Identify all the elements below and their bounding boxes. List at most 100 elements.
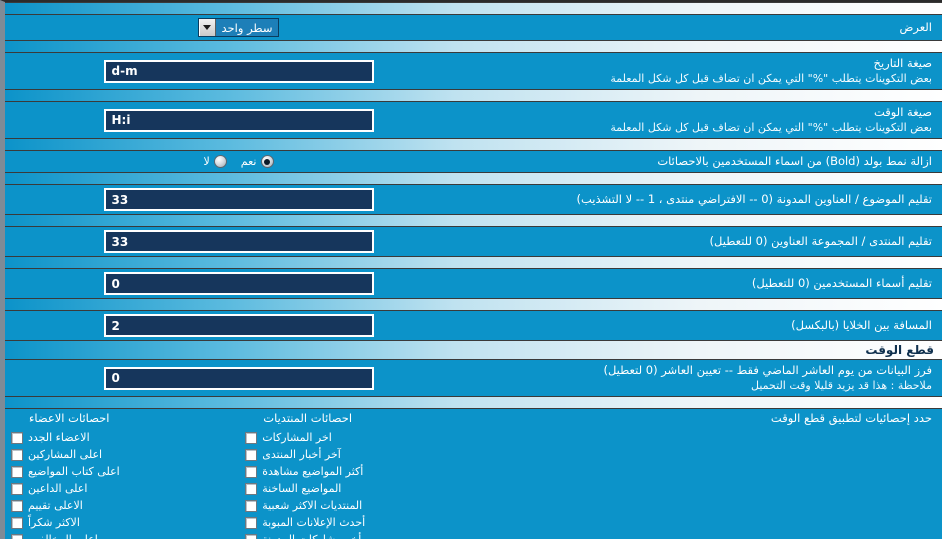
radio-option-yes[interactable]: نعم [241,155,274,168]
checkbox-label: اعلى الداعين [28,482,88,495]
control-time-format: H:i [5,108,472,132]
label-display: العرض [899,20,933,34]
chevron-down-icon[interactable] [198,19,216,36]
checkbox-icon[interactable] [245,516,258,529]
row-time-cut: فرز البيانات من يوم العاشر الماضي فقط --… [5,360,942,396]
checkbox-item[interactable]: أكثر المواضيع مشاهدة [245,463,363,480]
checkbox-item[interactable]: اعلى المخالفين [11,531,98,539]
checkbox-item[interactable]: اعلى المشاركين [11,446,102,463]
checkbox-label: المنتديات الاكثر شعبية [262,499,363,512]
checkbox-column-member-stats: احصائات الاعضاء الاعضاء الجدد اعلى المشا… [5,411,239,539]
checkbox-label: الاعضاء الجدد [28,431,90,444]
trim-topic-value: 33 [111,192,129,207]
trim-usernames-value: 0 [111,276,120,291]
separator-1 [5,40,942,53]
label-time-format-title: صيغة الوقت [873,105,932,119]
checkbox-label: الاكثر شكراً [28,516,80,529]
time-cut-input[interactable]: 0 [103,366,374,390]
checkbox-item[interactable]: آخر أخبار المنتدى [245,446,341,463]
checkbox-item[interactable]: الاعضاء الجدد [11,429,90,446]
checkbox-label: اعلى كتاب المواضيع [28,465,120,478]
checkbox-icon[interactable] [11,431,23,444]
control-trim-usernames: 0 [5,272,472,295]
radio-option-no[interactable]: لا [204,155,227,168]
separator-top [5,2,942,15]
trim-topic-input[interactable]: 33 [103,188,374,211]
label-time-cut-title: فرز البيانات من يوم العاشر الماضي فقط --… [603,363,932,377]
settings-panel: العرض سطر واحد صيغة التاريخ بعض التكوينا… [0,0,942,539]
label-remove-bold: ازالة نمط بولد (Bold) من اسماء المستخدمي… [657,154,932,168]
separator-2 [5,89,942,102]
radio-yes-label: نعم [240,155,257,168]
remove-bold-radio-group: نعم لا [204,155,274,168]
row-remove-bold: ازالة نمط بولد (Bold) من اسماء المستخدمي… [5,151,942,172]
date-format-value: d-m [111,64,138,78]
checkbox-item[interactable]: أخر مشاركات المدونة [245,531,361,539]
display-mode-select[interactable]: سطر واحد [197,18,280,37]
checkbox-label: أخر مشاركات المدونة [262,533,361,539]
checkbox-label: أحدث الإعلانات المبوبة [262,516,366,529]
section-header-time-cut: قطع الوقت [5,340,942,360]
time-cut-value: 0 [111,371,120,385]
control-cell-spacing: 2 [5,314,472,337]
separator-3 [5,138,942,151]
row-trim-usernames: تقليم أسماء المستخدمين (0 للتعطيل) 0 [5,269,942,298]
checkbox-item[interactable]: أحدث الإعلانات المبوبة [245,514,365,531]
checkbox-icon[interactable] [11,499,23,512]
row-display: العرض سطر واحد [5,15,942,40]
checkbox-label: المواضيع الساخنة [262,482,342,495]
trim-forum-value: 33 [111,234,129,249]
date-format-input[interactable]: d-m [103,59,374,83]
checkbox-icon[interactable] [245,482,258,495]
checkbox-item[interactable]: اعلى الداعين [11,480,87,497]
heading-forum-stats: احصائات المنتديات [263,411,353,425]
row-trim-topic: تقليم الموضوع / العناوين المدونة (0 -- ا… [5,185,942,214]
checkbox-item[interactable]: اخر المشاركات [245,429,332,446]
label-trim-forum: تقليم المنتدى / المجموعة العناوين (0 للت… [709,234,932,248]
checkbox-item[interactable]: المنتديات الاكثر شعبية [245,497,362,514]
control-trim-topic: 33 [5,188,472,211]
row-trim-forum: تقليم المنتدى / المجموعة العناوين (0 للت… [5,227,942,256]
row-cell-spacing: المسافة بين الخلايا (بالبكسل) 2 [5,311,942,340]
label-time-cut-sub: ملاحظة : هذا قد يزيد قليلا وقت التحميل [751,379,932,392]
section-title-time-cut: قطع الوقت [865,343,934,357]
checkbox-item[interactable]: الاعلى تقييم [11,497,83,514]
heading-member-stats: احصائات الاعضاء [29,411,110,425]
checkbox-label: اخر المشاركات [262,431,332,444]
label-time-format: صيغة الوقت بعض التكوينات يتطلب "%" التي … [472,105,942,135]
label-time-format-sub: بعض التكوينات يتطلب "%" التي يمكن ان تضا… [610,121,932,134]
checkbox-icon[interactable] [11,482,23,495]
checkbox-label: أكثر المواضيع مشاهدة [262,465,364,478]
radio-yes-icon[interactable] [260,155,274,168]
control-trim-forum: 33 [5,230,472,253]
label-cell-spacing: المسافة بين الخلايا (بالبكسل) [791,318,932,332]
display-mode-value: سطر واحد [215,19,279,36]
row-apply-stats: حدد إحصائيات لتطبيق قطع الوقت احصائات ال… [5,409,942,539]
checkbox-label: آخر أخبار المنتدى [262,448,341,461]
cell-spacing-input[interactable]: 2 [103,314,374,337]
checkbox-icon[interactable] [245,465,258,478]
radio-no-label: لا [203,155,210,168]
checkbox-icon[interactable] [11,465,23,478]
radio-no-icon[interactable] [213,155,227,168]
checkbox-label: الاعلى تقييم [28,499,83,512]
checkbox-icon[interactable] [245,499,258,512]
checkbox-item[interactable]: الاكثر شكراً [11,514,80,531]
control-display: سطر واحد [5,18,472,37]
checkbox-icon[interactable] [245,448,258,461]
time-format-input[interactable]: H:i [103,108,374,132]
trim-usernames-input[interactable]: 0 [103,272,374,295]
checkbox-icon[interactable] [11,448,23,461]
trim-forum-input[interactable]: 33 [103,230,374,253]
checkbox-column-forum-stats: احصائات المنتديات اخر المشاركات آخر أخبا… [239,411,473,539]
checkbox-icon[interactable] [245,431,258,444]
label-trim-topic: تقليم الموضوع / العناوين المدونة (0 -- ا… [576,192,932,206]
checkbox-icon[interactable] [11,516,23,529]
checkbox-icon[interactable] [245,533,258,539]
checkbox-label: اعلى المشاركين [28,448,103,461]
label-date-format-title: صيغة التاريخ [873,56,932,70]
checkbox-item[interactable]: المواضيع الساخنة [245,480,341,497]
checkbox-icon[interactable] [11,533,23,539]
row-date-format: صيغة التاريخ بعض التكوينات يتطلب "%" الت… [5,53,942,89]
checkbox-item[interactable]: اعلى كتاب المواضيع [11,463,120,480]
